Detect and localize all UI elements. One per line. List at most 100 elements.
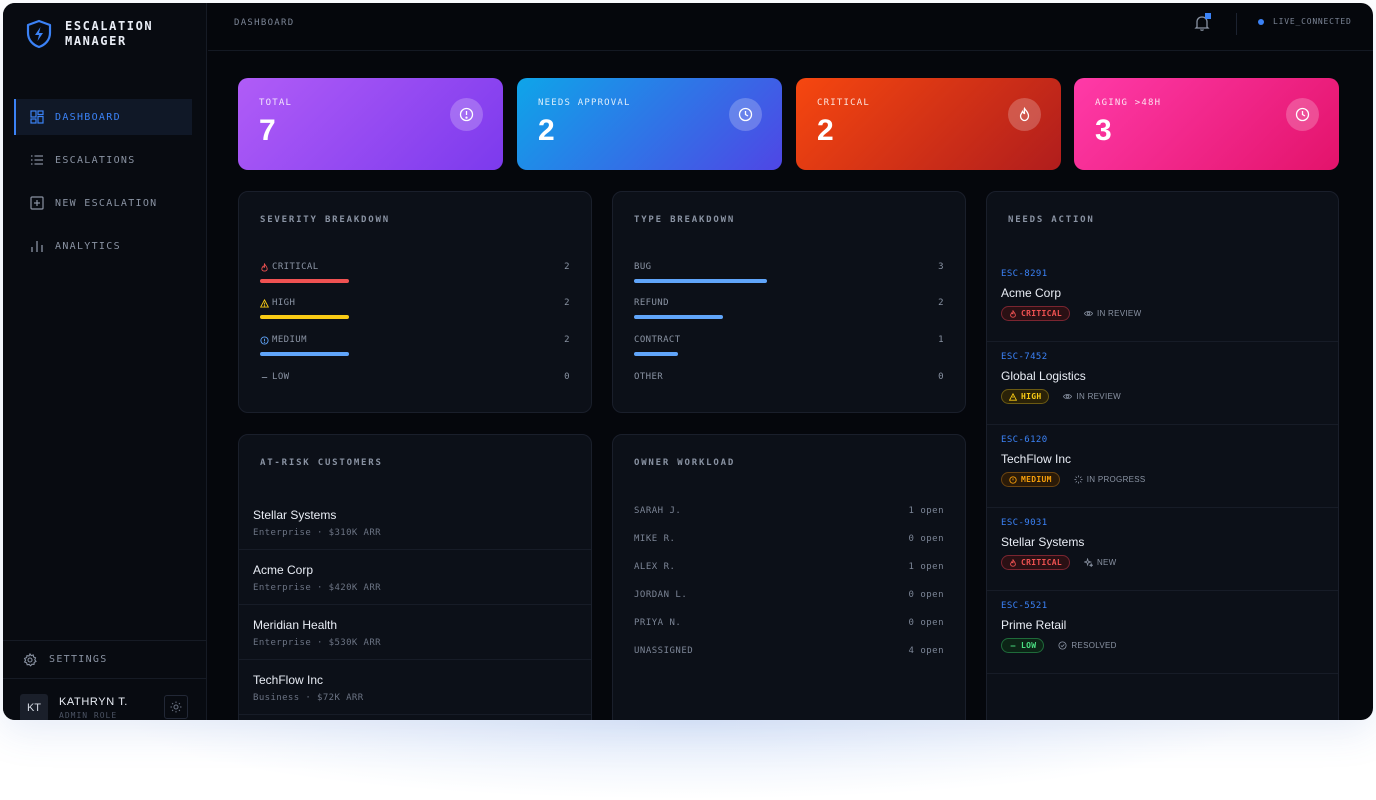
owner-row: MIKE R. 0 open (634, 534, 944, 544)
clock-icon (1286, 98, 1319, 131)
sidebar-item-escalations[interactable]: ESCALATIONS (14, 142, 192, 178)
stat-card-total[interactable]: TOTAL 7 (238, 78, 503, 170)
status-label: RESOLVED (1071, 641, 1117, 650)
severity-badge: MEDIUM (1001, 472, 1060, 487)
panel-title: SEVERITY BREAKDOWN (260, 215, 390, 225)
severity-label: CRITICAL (272, 262, 319, 272)
app-title-line2: MANAGER (65, 34, 127, 48)
theme-toggle-button[interactable] (164, 695, 188, 719)
panel-title: OWNER WORKLOAD (634, 458, 736, 468)
sidebar-nav: DASHBOARD ESCALATIONS NEW ESCALATION ANA… (14, 99, 192, 271)
customer-row[interactable]: Acme Corp Enterprise · $420K ARR (239, 550, 591, 605)
type-label: OTHER (634, 372, 664, 382)
escalation-customer: Prime Retail (1001, 618, 1067, 632)
shield-bolt-icon (26, 19, 52, 49)
plus-square-icon (30, 196, 44, 210)
connection-status-label: LIVE_CONNECTED (1273, 17, 1352, 26)
owner-row: JORDAN L. 0 open (634, 590, 944, 600)
escalation-customer: TechFlow Inc (1001, 452, 1072, 466)
owner-row: ALEX R. 1 open (634, 562, 944, 572)
sidebar-item-analytics[interactable]: ANALYTICS (14, 228, 192, 264)
type-breakdown-panel: TYPE BREAKDOWN BUG 3 REFUND 2 CONTRACT 1 OT… (612, 191, 966, 413)
sparkle-icon (1083, 558, 1093, 567)
sidebar-item-label: ESCALATIONS (55, 154, 136, 166)
notification-dot (1205, 13, 1211, 19)
customer-row[interactable]: Stellar Systems Enterprise · $310K ARR (239, 495, 591, 550)
customer-name: Meridian Health (253, 618, 338, 632)
user-role: ADMIN ROLE (59, 711, 118, 720)
severity-row-low: LOW 0 (260, 372, 570, 393)
stat-card-needs-approval[interactable]: NEEDS APPROVAL 2 (517, 78, 782, 170)
flame-icon (260, 262, 269, 272)
sidebar-item-label: NEW ESCALATION (55, 197, 158, 209)
sidebar-item-dashboard[interactable]: DASHBOARD (14, 99, 192, 135)
severity-row-critical: CRITICAL 2 (260, 262, 570, 283)
owner-open-count: 4 open (908, 646, 944, 656)
severity-count: 2 (564, 262, 570, 272)
escalation-id: ESC-5521 (1001, 601, 1048, 611)
eye-icon (1063, 392, 1073, 401)
escalation-item[interactable]: ESC-8291 Acme Corp CRITICAL IN REVIEW (987, 259, 1338, 342)
severity-badge: CRITICAL (1001, 555, 1070, 570)
type-label: CONTRACT (634, 335, 681, 345)
type-bar (634, 279, 767, 283)
escalation-customer: Stellar Systems (1001, 535, 1085, 549)
status-label: IN PROGRESS (1086, 475, 1146, 484)
app-title: ESCALATION MANAGER (65, 19, 153, 49)
type-count: 0 (938, 372, 944, 382)
sidebar: ESCALATION MANAGER DASHBOARD ESCALATIONS (3, 3, 207, 720)
owner-name: MIKE R. (634, 534, 676, 544)
severity-bar (260, 315, 349, 319)
dashboard-icon (30, 110, 44, 124)
bar-chart-icon (30, 239, 44, 253)
status-label: IN REVIEW (1076, 392, 1121, 401)
severity-badge: HIGH (1001, 389, 1050, 404)
sidebar-item-label: DASHBOARD (55, 111, 121, 123)
status-indicator: IN REVIEW (1083, 309, 1142, 318)
app-window: ESCALATION MANAGER DASHBOARD ESCALATIONS (3, 3, 1373, 720)
info-circle-icon (260, 335, 269, 345)
sidebar-footer: SETTINGS KT KATHRYN T. ADMIN ROLE (3, 640, 207, 720)
stat-card-critical[interactable]: CRITICAL 2 (796, 78, 1061, 170)
owner-row: UNASSIGNED 4 open (634, 646, 944, 656)
severity-badge: CRITICAL (1001, 306, 1070, 321)
stat-card-aging[interactable]: AGING >48H 3 (1074, 78, 1339, 170)
escalation-item[interactable]: ESC-7452 Global Logistics HIGH IN REVIEW (987, 342, 1338, 425)
panel-title: TYPE BREAKDOWN (634, 215, 736, 225)
severity-row-high: HIGH 2 (260, 298, 570, 319)
owner-open-count: 0 open (908, 618, 944, 628)
user-profile[interactable]: KT KATHRYN T. ADMIN ROLE (20, 691, 190, 720)
sidebar-item-new-escalation[interactable]: NEW ESCALATION (14, 185, 192, 221)
avatar: KT (20, 694, 48, 720)
panel-title: AT-RISK CUSTOMERS (260, 458, 383, 468)
type-label: BUG (634, 262, 652, 272)
severity-badge-label: HIGH (1021, 392, 1042, 401)
owner-name: ALEX R. (634, 562, 676, 572)
severity-row-medium: MEDIUM 2 (260, 335, 570, 356)
spinner-icon (1074, 475, 1083, 484)
status-label: IN REVIEW (1096, 309, 1142, 318)
user-info: KATHRYN T. ADMIN ROLE (59, 696, 128, 720)
at-risk-customers-panel: AT-RISK CUSTOMERS Stellar Systems Enterp… (238, 434, 592, 720)
owner-open-count: 1 open (908, 562, 944, 572)
customer-row[interactable]: TechFlow Inc Business · $72K ARR (239, 660, 591, 715)
severity-count: 0 (564, 372, 570, 382)
type-count: 3 (938, 262, 944, 272)
flame-icon (1008, 98, 1041, 131)
escalation-item[interactable]: ESC-9031 Stellar Systems CRITICAL NEW (987, 508, 1338, 591)
escalation-item[interactable]: ESC-5521 Prime Retail LOW RESOLVED (987, 591, 1338, 674)
topbar: DASHBOARD LIVE_CONNECTED (208, 3, 1373, 51)
flame-icon (1009, 558, 1017, 567)
breadcrumb: DASHBOARD (234, 18, 295, 28)
type-bar (634, 315, 723, 319)
warning-icon (260, 298, 269, 308)
type-row-bug: BUG 3 (634, 262, 944, 283)
customer-row[interactable]: Meridian Health Enterprise · $530K ARR (239, 605, 591, 660)
escalation-item[interactable]: ESC-6120 TechFlow Inc MEDIUM IN PROGRESS (987, 425, 1338, 508)
gear-icon (23, 652, 37, 667)
owner-open-count: 1 open (908, 506, 944, 516)
warning-icon (1009, 392, 1017, 401)
severity-bar (260, 279, 349, 283)
owner-open-count: 0 open (908, 590, 944, 600)
settings-button[interactable]: SETTINGS (3, 641, 207, 679)
